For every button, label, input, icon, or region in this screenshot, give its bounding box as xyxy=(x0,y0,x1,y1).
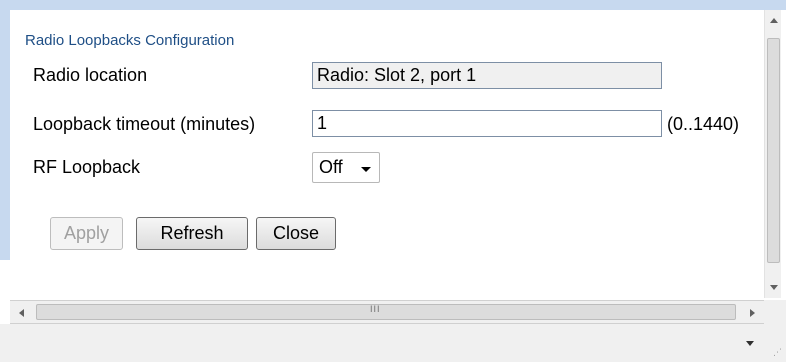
vertical-scrollbar[interactable] xyxy=(764,10,781,298)
rf-loopback-select[interactable]: Off xyxy=(312,152,380,183)
close-button[interactable]: Close xyxy=(256,217,336,250)
vertical-scroll-thumb[interactable] xyxy=(767,38,780,263)
scroll-down-icon[interactable] xyxy=(770,285,778,290)
radio-location-label: Radio location xyxy=(33,65,148,85)
loopback-timeout-range: (0..1440) xyxy=(667,114,740,134)
config-panel xyxy=(10,10,764,298)
loopback-timeout-input[interactable]: 1 xyxy=(312,110,662,137)
window-frame-top xyxy=(0,0,786,10)
horizontal-scrollbar[interactable]: III xyxy=(10,300,764,324)
rf-loopback-selected: Off xyxy=(319,157,343,177)
scroll-up-icon[interactable] xyxy=(770,18,778,23)
scrollbar-corner xyxy=(764,300,786,324)
resize-grip-icon[interactable]: ⋰ xyxy=(773,347,782,358)
chevron-down-icon xyxy=(361,167,371,172)
scroll-right-icon[interactable] xyxy=(750,309,755,317)
radio-location-field: Radio: Slot 2, port 1 xyxy=(312,62,662,89)
loopback-timeout-label: Loopback timeout (minutes) xyxy=(33,114,256,134)
window-frame-left xyxy=(0,10,10,260)
scroll-left-icon[interactable] xyxy=(19,309,24,317)
apply-button[interactable]: Apply xyxy=(50,217,123,250)
chevron-down-icon[interactable] xyxy=(746,341,754,346)
scroll-grip: III xyxy=(370,304,381,314)
rf-loopback-label: RF Loopback xyxy=(33,157,141,177)
refresh-button[interactable]: Refresh xyxy=(136,217,248,250)
horizontal-scroll-thumb[interactable] xyxy=(36,304,736,320)
section-title: Radio Loopbacks Configuration xyxy=(25,32,235,49)
status-bar: ⋰ xyxy=(0,324,786,362)
